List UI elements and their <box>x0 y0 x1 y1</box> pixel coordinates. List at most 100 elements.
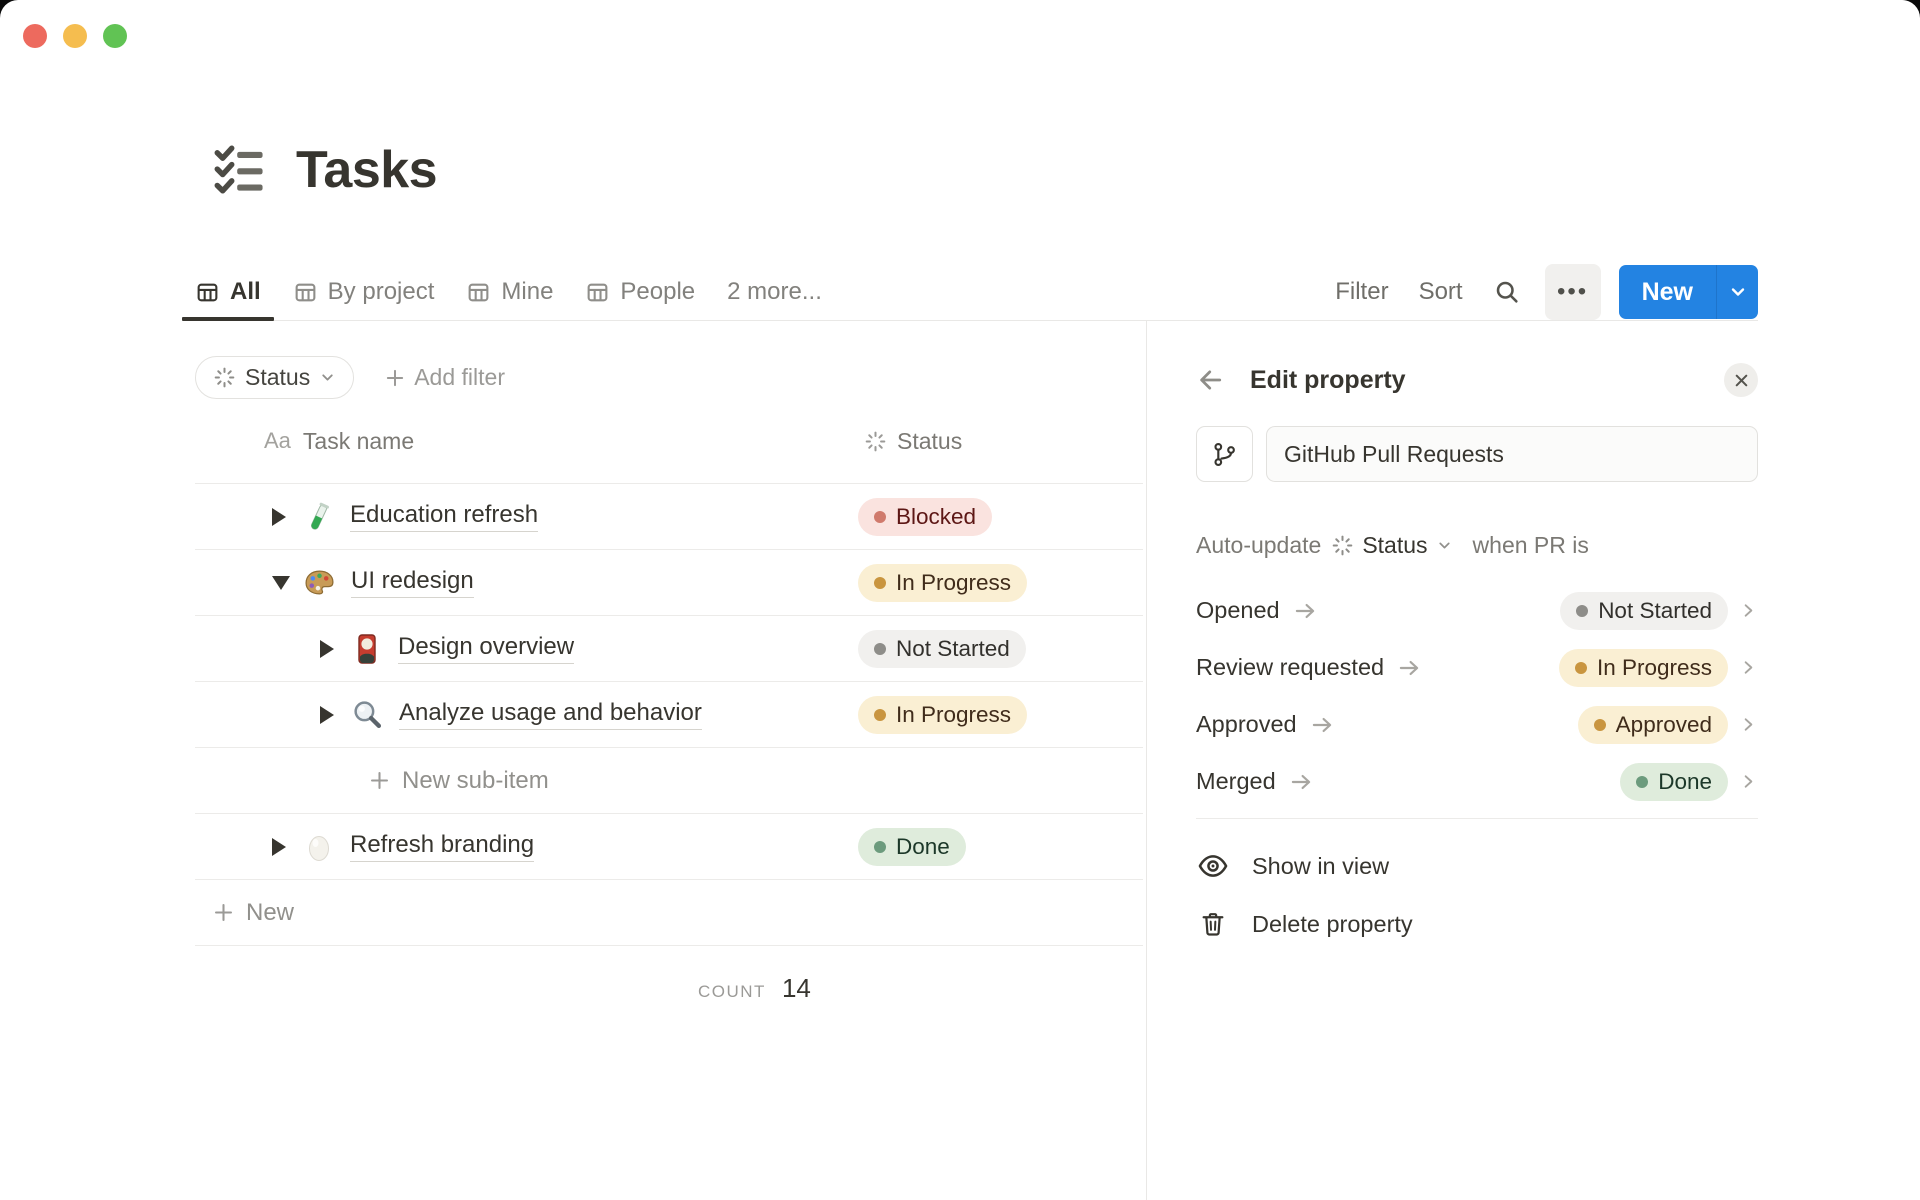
toggle-expand-icon[interactable] <box>272 837 286 856</box>
toggle-expand-icon[interactable] <box>320 705 334 724</box>
status-burst-icon <box>213 366 236 389</box>
status-label: In Progress <box>896 701 1012 727</box>
page-title-row: Tasks <box>210 140 438 200</box>
chevron-down-icon <box>319 369 336 386</box>
table-footer: COUNT 14 <box>195 973 1143 1004</box>
panel-title: Edit property <box>1250 365 1406 394</box>
arrow-right-icon <box>1288 769 1314 795</box>
status-badge: In Progress <box>858 695 1028 734</box>
status-cell[interactable]: Blocked <box>858 497 993 536</box>
zoom-window-button[interactable] <box>103 24 127 48</box>
sort-button[interactable]: Sort <box>1419 278 1463 306</box>
table-row: UI redesign In Progress <box>195 550 1143 616</box>
table-row: Design overview Not Started <box>195 616 1143 682</box>
status-cell[interactable]: In Progress <box>858 695 1028 734</box>
plus-icon <box>368 769 391 792</box>
status-cell[interactable]: Not Started <box>858 629 1026 668</box>
table-view-icon <box>293 280 318 305</box>
egg-icon <box>303 831 335 863</box>
trash-icon <box>1196 910 1230 938</box>
task-name-cell: Refresh branding <box>195 831 858 863</box>
status-cell[interactable]: Done <box>858 827 966 866</box>
close-icon[interactable] <box>1724 363 1758 397</box>
chevron-right-icon <box>1739 601 1758 620</box>
table-area: Status Add filter Aa Task name Status Ed… <box>195 321 1143 1004</box>
edit-property-panel: Edit property Auto-update Status <box>1196 352 1758 953</box>
status-label: Blocked <box>896 503 977 529</box>
task-title-link[interactable]: Refresh branding <box>350 831 535 862</box>
view-tabs: All By project Mine People 2 more... <box>182 264 822 321</box>
pr-event-label: Merged <box>1196 768 1276 794</box>
status-dot <box>874 708 886 721</box>
status-chip-label: Status <box>245 364 311 390</box>
status-label: In Progress <box>1596 654 1712 680</box>
tab-people[interactable]: People <box>585 264 695 320</box>
search-icon[interactable] <box>1493 278 1521 306</box>
git-branch-icon[interactable] <box>1196 426 1253 482</box>
mapping-row-approved[interactable]: Approved Approved <box>1196 696 1758 753</box>
table-header: Aa Task name Status <box>195 399 1143 484</box>
palette-icon <box>303 566 336 599</box>
column-header-status[interactable]: Status <box>858 428 962 455</box>
filter-bar: Status Add filter <box>195 356 1143 399</box>
text-property-icon: Aa <box>264 428 291 453</box>
task-name-cell: Design overview <box>195 633 858 665</box>
arrow-right-icon <box>1396 655 1422 681</box>
table-view-icon <box>466 280 491 305</box>
panel-section-divider <box>1196 818 1758 819</box>
tab-label: 2 more... <box>727 278 822 305</box>
filter-button[interactable]: Filter <box>1335 278 1388 306</box>
more-options-button[interactable]: ••• <box>1544 264 1601 320</box>
toggle-expand-icon[interactable] <box>320 639 334 658</box>
status-badge: Not Started <box>1560 591 1728 630</box>
toggle-collapse-icon[interactable] <box>272 575 290 590</box>
chevron-down-icon[interactable] <box>1717 265 1758 319</box>
checklist-icon <box>210 141 268 199</box>
pr-event-label: Approved <box>1196 711 1297 737</box>
add-filter-button[interactable]: Add filter <box>384 364 505 391</box>
column-header-task-name[interactable]: Aa Task name <box>195 428 858 455</box>
property-name-input[interactable] <box>1266 426 1758 482</box>
delete-property-button[interactable]: Delete property <box>1196 895 1758 953</box>
new-button-label[interactable]: New <box>1619 265 1716 319</box>
mapping-row-merged[interactable]: Merged Done <box>1196 753 1758 810</box>
new-sub-item-row[interactable]: New sub-item <box>195 748 1143 814</box>
tab-more-views[interactable]: 2 more... <box>727 264 822 320</box>
task-name-cell: Education refresh <box>195 501 858 533</box>
tab-by-project[interactable]: By project <box>293 264 434 320</box>
delete-property-label: Delete property <box>1252 910 1413 937</box>
task-title-link[interactable]: Design overview <box>398 633 575 664</box>
toggle-expand-icon[interactable] <box>272 507 286 526</box>
mapping-row-review-requested[interactable]: Review requested In Progress <box>1196 639 1758 696</box>
new-sub-item-label: New sub-item <box>402 766 549 794</box>
minimize-window-button[interactable] <box>63 24 87 48</box>
task-title-link[interactable]: UI redesign <box>351 567 474 598</box>
show-in-view-label: Show in view <box>1252 852 1390 879</box>
status-badge: Done <box>858 827 966 866</box>
tab-mine[interactable]: Mine <box>466 264 553 320</box>
status-label: Done <box>896 833 950 859</box>
new-row[interactable]: New <box>195 880 1143 946</box>
status-dot <box>1593 718 1606 731</box>
count-label[interactable]: COUNT <box>698 982 766 1002</box>
task-title-link[interactable]: Analyze usage and behavior <box>399 699 702 730</box>
status-property-selector[interactable]: Status <box>1331 532 1452 559</box>
task-title-link[interactable]: Education refresh <box>350 501 539 532</box>
test-tube-icon <box>303 501 335 533</box>
back-arrow-icon[interactable] <box>1196 365 1226 395</box>
status-badge: In Progress <box>1558 648 1728 687</box>
app-window: Tasks All By project Mine People 2 more.… <box>0 0 1920 1200</box>
auto-update-row: Auto-update Status when PR is <box>1196 530 1758 560</box>
tab-all[interactable]: All <box>182 264 274 321</box>
status-property-label: Status <box>1362 531 1428 558</box>
show-in-view-button[interactable]: Show in view <box>1196 837 1758 895</box>
plus-icon <box>212 901 235 924</box>
window-controls <box>23 24 127 48</box>
table-view-icon <box>195 280 220 305</box>
task-name-cell: UI redesign <box>195 566 858 599</box>
status-cell[interactable]: In Progress <box>858 563 1028 602</box>
close-window-button[interactable] <box>23 24 47 48</box>
mapping-row-opened[interactable]: Opened Not Started <box>1196 582 1758 639</box>
status-filter-chip[interactable]: Status <box>195 356 355 399</box>
status-burst-icon <box>1331 534 1354 557</box>
